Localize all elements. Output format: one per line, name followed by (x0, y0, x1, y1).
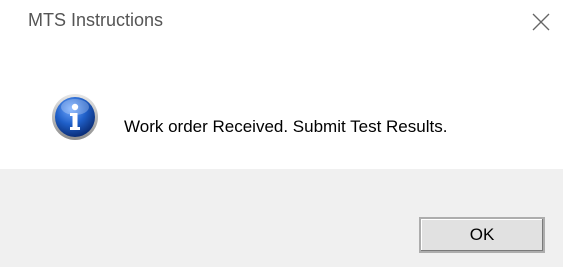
close-icon (532, 13, 550, 31)
window-title: MTS Instructions (28, 10, 164, 30)
button-bar: OK (0, 169, 563, 267)
ok-button[interactable]: OK (419, 217, 545, 253)
message-text: Work order Received. Submit Test Results… (124, 117, 448, 136)
title-bar: MTS Instructions (0, 0, 563, 44)
info-icon (52, 94, 98, 140)
dialog-content: Work order Received. Submit Test Results… (0, 44, 563, 169)
close-button[interactable] (517, 0, 563, 44)
message-dialog: MTS Instructions Work order Received. Su… (0, 0, 563, 267)
